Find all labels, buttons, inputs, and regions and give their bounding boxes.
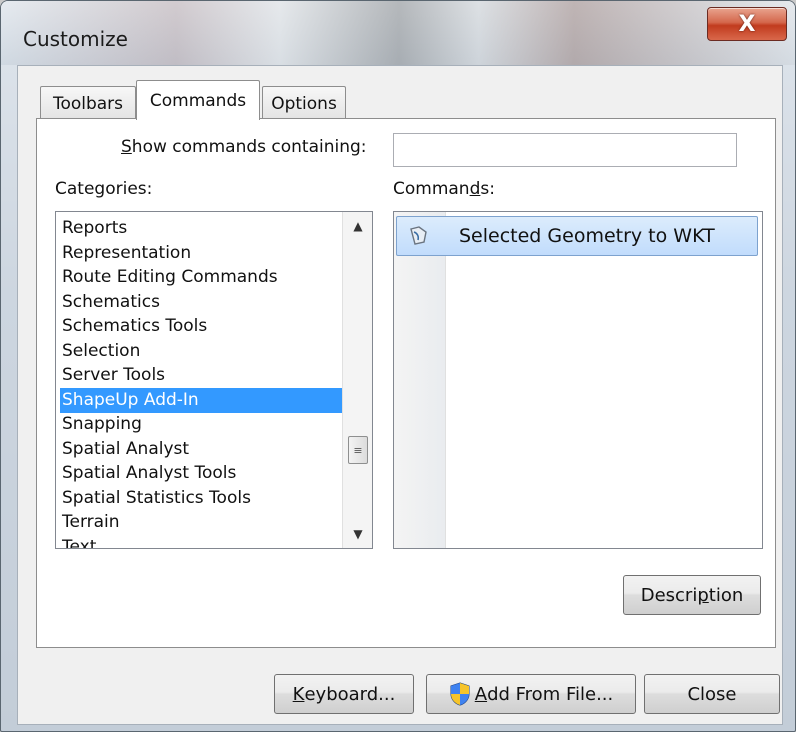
commands-tab-panel: Show commands containing: Categories: Re… bbox=[36, 118, 776, 648]
tab-options-label: Options bbox=[271, 93, 337, 114]
add-from-file-label-mnemonic: A bbox=[474, 683, 488, 705]
category-item[interactable]: Terrain bbox=[60, 510, 344, 535]
category-item[interactable]: Spatial Analyst Tools bbox=[60, 461, 344, 486]
close-button-label: Close bbox=[687, 683, 737, 705]
commands-label-mnemonic: d bbox=[469, 179, 481, 199]
title-bar[interactable]: Customize X bbox=[1, 1, 795, 65]
tab-toolbars[interactable]: Toolbars bbox=[40, 86, 136, 120]
keyboard-button[interactable]: Keyboard... bbox=[274, 674, 414, 714]
commands-icon-gutter bbox=[394, 212, 446, 548]
grip-icon: ≡ bbox=[353, 443, 363, 457]
customize-dialog: Customize X Toolbars Commands Options Sh… bbox=[0, 0, 796, 732]
commands-label-rest: s: bbox=[480, 179, 495, 199]
commands-listbox[interactable]: Selected Geometry to WKT bbox=[393, 211, 763, 549]
command-item-label: Selected Geometry to WKT bbox=[459, 225, 715, 247]
category-item[interactable]: Schematics Tools bbox=[60, 314, 344, 339]
tab-commands-label: Commands bbox=[149, 90, 247, 111]
categories-label: Categories: bbox=[55, 179, 153, 199]
category-item[interactable]: Spatial Analyst bbox=[60, 437, 344, 462]
add-from-file-label-rest: dd From File... bbox=[487, 683, 614, 705]
uac-shield-icon bbox=[450, 682, 470, 706]
category-item[interactable]: Reports bbox=[60, 216, 344, 241]
tab-options[interactable]: Options bbox=[262, 86, 346, 120]
category-item[interactable]: Snapping bbox=[60, 412, 344, 437]
search-label-mnemonic: S bbox=[121, 137, 132, 157]
description-label-rest: tion bbox=[708, 584, 744, 606]
scroll-thumb[interactable]: ≡ bbox=[348, 436, 368, 464]
search-input[interactable] bbox=[393, 133, 737, 167]
description-label-prefix: Descri bbox=[640, 584, 698, 606]
categories-scrollbar[interactable]: ▲ ≡ ▼ bbox=[342, 212, 372, 548]
category-item[interactable]: Schematics bbox=[60, 290, 344, 315]
tab-commands[interactable]: Commands bbox=[136, 80, 260, 120]
category-item[interactable]: Server Tools bbox=[60, 363, 344, 388]
close-icon: X bbox=[738, 11, 756, 37]
description-button[interactable]: Descri p tion bbox=[623, 575, 761, 615]
scroll-down-arrow-icon[interactable]: ▼ bbox=[343, 522, 372, 546]
tab-toolbars-label: Toolbars bbox=[52, 93, 124, 114]
search-label: Show commands containing: bbox=[121, 137, 367, 157]
command-item-selected-geometry-to-wkt[interactable]: Selected Geometry to WKT bbox=[396, 216, 758, 256]
keyboard-label-mnemonic: K bbox=[292, 683, 305, 705]
scroll-up-arrow-icon[interactable]: ▲ bbox=[343, 214, 372, 238]
dialog-client-area: Toolbars Commands Options Show commands … bbox=[17, 65, 783, 725]
add-from-file-button[interactable]: Add From File... bbox=[426, 674, 636, 714]
commands-label-prefix: Comman bbox=[393, 179, 470, 199]
keyboard-label-rest: eyboard... bbox=[304, 683, 396, 705]
category-item[interactable]: Representation bbox=[60, 241, 344, 266]
category-item[interactable]: Text bbox=[60, 535, 344, 549]
window-title: Customize bbox=[23, 27, 128, 51]
search-label-text: how commands containing: bbox=[131, 137, 367, 157]
category-item[interactable]: Spatial Statistics Tools bbox=[60, 486, 344, 511]
close-window-button[interactable]: X bbox=[707, 7, 787, 41]
category-item[interactable]: Route Editing Commands bbox=[60, 265, 344, 290]
categories-listbox[interactable]: Reports Representation Route Editing Comma… bbox=[55, 211, 373, 549]
close-button[interactable]: Close bbox=[644, 674, 780, 714]
category-item[interactable]: ShapeUp Add-In bbox=[60, 387, 344, 413]
geometry-tool-icon bbox=[410, 226, 427, 245]
description-label-mnemonic: p bbox=[697, 584, 709, 606]
category-item[interactable]: Selection bbox=[60, 339, 344, 364]
commands-label: Commands: bbox=[393, 179, 495, 199]
